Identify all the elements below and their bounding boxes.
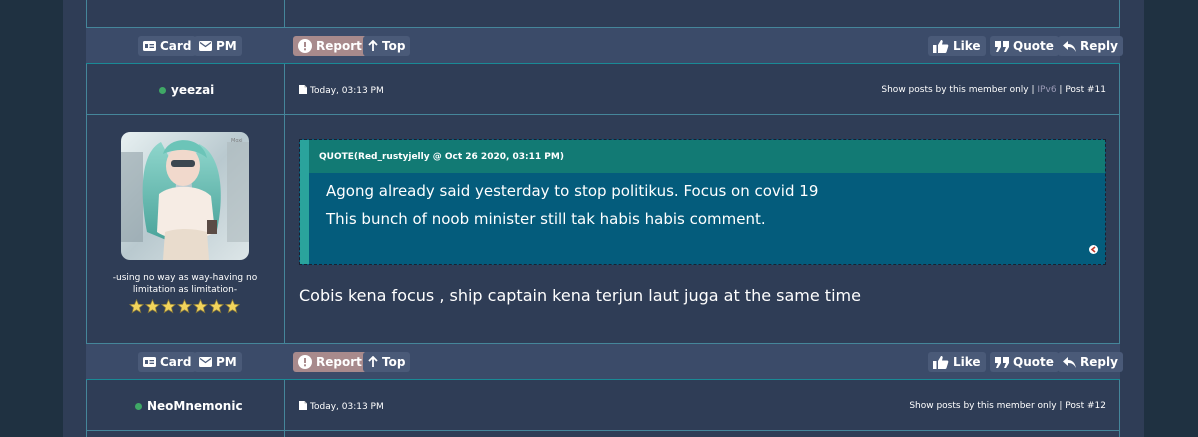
thumbs-up-icon <box>933 355 949 369</box>
top-button-label: Top <box>382 355 406 369</box>
poster-name[interactable]: NeoMnemonic <box>135 399 243 413</box>
alert-icon <box>298 39 312 53</box>
row-divider <box>86 430 1120 431</box>
svg-text:Moxi: Moxi <box>231 138 243 144</box>
star-icon <box>209 299 224 314</box>
post-date: Today, 03:13 PM <box>299 401 384 413</box>
avatar[interactable]: Moxi <box>121 132 249 260</box>
document-icon <box>299 85 307 97</box>
quote-button[interactable]: Quote <box>990 36 1059 56</box>
poster-username: yeezai <box>171 83 215 97</box>
like-button-label: Like <box>953 39 981 53</box>
report-button[interactable]: Report <box>293 352 367 372</box>
star-icon <box>161 299 176 314</box>
quote-header: QUOTE(Red_rustyjelly @ Oct 26 2020, 03:1… <box>309 140 1105 173</box>
reply-icon <box>1063 356 1076 368</box>
like-button-label: Like <box>953 355 981 369</box>
post-number-link[interactable]: | Post #11 <box>1059 85 1106 95</box>
reply-button[interactable]: Reply <box>1058 36 1123 56</box>
reply-button-label: Reply <box>1080 355 1118 369</box>
like-button[interactable]: Like <box>928 36 986 56</box>
like-button[interactable]: Like <box>928 352 986 372</box>
post-body: Cobis kena focus , ship captain kena ter… <box>299 286 861 305</box>
pm-button-label: PM <box>216 39 237 53</box>
member-rating-stars <box>129 299 240 314</box>
quote-button[interactable]: Quote <box>990 352 1059 372</box>
card-icon <box>143 357 156 367</box>
quote-button-label: Quote <box>1013 39 1054 53</box>
report-button-label: Report <box>316 39 362 53</box>
post-time: Today, 03:13 PM <box>310 402 384 412</box>
online-status-dot <box>135 402 142 410</box>
show-member-posts-link[interactable]: Show posts by this member only | <box>881 85 1034 95</box>
mail-icon <box>199 357 212 367</box>
top-button-label: Top <box>382 39 406 53</box>
avatar-image: Moxi <box>121 132 249 260</box>
quote-block: QUOTE(Red_rustyjelly @ Oct 26 2020, 03:1… <box>299 139 1106 265</box>
star-icon <box>193 299 208 314</box>
reply-icon <box>1063 40 1076 52</box>
report-button[interactable]: Report <box>293 36 367 56</box>
reply-button-label: Reply <box>1080 39 1118 53</box>
star-icon <box>225 299 240 314</box>
poster-username: NeoMnemonic <box>147 399 243 413</box>
reply-button[interactable]: Reply <box>1058 352 1123 372</box>
card-button[interactable]: Card <box>138 352 197 372</box>
quote-line: Agong already said yesterday to stop pol… <box>326 182 819 200</box>
quote-line: This bunch of noob minister still tak ha… <box>326 210 766 228</box>
quote-icon <box>995 356 1009 368</box>
alert-icon <box>298 355 312 369</box>
post-meta: Show posts by this member only | IPv6 | … <box>881 85 1106 95</box>
pm-button[interactable]: PM <box>194 36 242 56</box>
post-date: Today, 03:13 PM <box>299 85 384 97</box>
star-icon <box>129 299 144 314</box>
quote-icon <box>995 40 1009 52</box>
star-icon <box>177 299 192 314</box>
card-icon <box>143 41 156 51</box>
ipv6-label: IPv6 <box>1037 85 1057 95</box>
report-button-label: Report <box>316 355 362 369</box>
document-icon <box>299 401 307 413</box>
top-button[interactable]: Top <box>363 36 411 56</box>
quote-accent-bar <box>300 140 309 264</box>
post-meta: Show posts by this member only | Post #1… <box>909 401 1106 411</box>
mail-icon <box>199 41 212 51</box>
pm-button-label: PM <box>216 355 237 369</box>
top-button[interactable]: Top <box>363 352 411 372</box>
online-status-dot <box>159 86 166 94</box>
arrow-up-icon <box>368 40 378 52</box>
post-time: Today, 03:13 PM <box>310 86 384 96</box>
card-button-label: Card <box>160 39 192 53</box>
collapse-icon[interactable] <box>1089 245 1098 254</box>
star-icon <box>145 299 160 314</box>
card-button[interactable]: Card <box>138 36 197 56</box>
quote-button-label: Quote <box>1013 355 1054 369</box>
member-tagline: -using no way as way-having no limitatio… <box>112 273 258 295</box>
thumbs-up-icon <box>933 39 949 53</box>
arrow-up-icon <box>368 356 378 368</box>
poster-name[interactable]: yeezai <box>159 83 214 97</box>
row-divider <box>86 114 1120 115</box>
pm-button[interactable]: PM <box>194 352 242 372</box>
card-button-label: Card <box>160 355 192 369</box>
